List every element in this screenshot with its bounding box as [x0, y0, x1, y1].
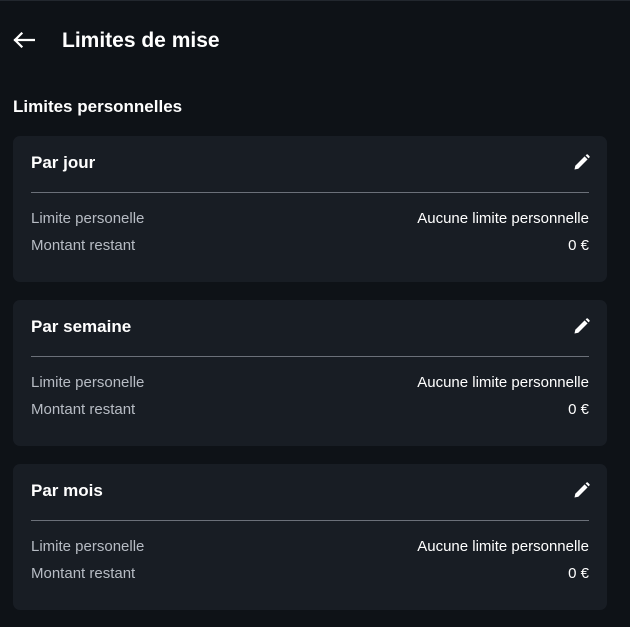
edit-button[interactable] [571, 316, 591, 336]
remaining-row: Montant restant 0 € [31, 565, 589, 583]
page: Limites de mise Limites personnelles Par… [0, 0, 630, 627]
row-label: Montant restant [31, 237, 136, 254]
edit-button[interactable] [571, 152, 591, 172]
limit-row: Limite personelle Aucune limite personne… [31, 374, 589, 392]
card-title: Par mois [31, 481, 103, 500]
divider [31, 520, 589, 521]
row-value: 0 € [568, 401, 589, 418]
remaining-row: Montant restant 0 € [31, 237, 589, 255]
card-title: Par jour [31, 153, 96, 172]
row-label: Montant restant [31, 565, 136, 582]
back-button[interactable] [11, 27, 37, 53]
divider [31, 192, 589, 193]
header: Limites de mise [0, 1, 630, 81]
remaining-row: Montant restant 0 € [31, 401, 589, 419]
pencil-icon [574, 481, 590, 497]
limits-list: Par jour Limite personelle Aucune limite… [13, 136, 607, 627]
pencil-icon [574, 153, 590, 169]
section-title: Limites personnelles [13, 97, 183, 116]
limit-card-monthly: Par mois Limite personelle Aucune limite… [13, 464, 607, 610]
row-label: Limite personelle [31, 538, 145, 555]
row-label: Limite personelle [31, 210, 145, 227]
limit-row: Limite personelle Aucune limite personne… [31, 210, 589, 228]
divider [31, 356, 589, 357]
row-value: Aucune limite personnelle [417, 538, 589, 555]
card-title: Par semaine [31, 317, 132, 336]
arrow-left-icon [13, 32, 35, 48]
row-value: Aucune limite personnelle [417, 374, 589, 391]
row-value: Aucune limite personnelle [417, 210, 589, 227]
row-label: Limite personelle [31, 374, 145, 391]
page-title: Limites de mise [62, 29, 220, 52]
pencil-icon [574, 317, 590, 333]
edit-button[interactable] [571, 480, 591, 500]
limit-row: Limite personelle Aucune limite personne… [31, 538, 589, 556]
row-value: 0 € [568, 237, 589, 254]
limit-card-weekly: Par semaine Limite personelle Aucune lim… [13, 300, 607, 446]
limit-card-daily: Par jour Limite personelle Aucune limite… [13, 136, 607, 282]
row-label: Montant restant [31, 401, 136, 418]
row-value: 0 € [568, 565, 589, 582]
